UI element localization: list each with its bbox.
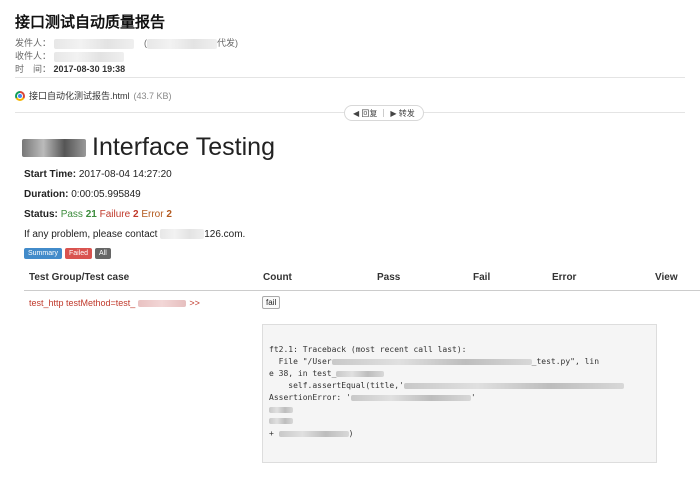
divider xyxy=(15,77,685,78)
redacted-sender-email xyxy=(147,38,218,49)
redacted-method xyxy=(336,370,385,377)
table-header: Test Group/Test case Count Pass Fail Err… xyxy=(24,268,700,288)
redacted-recipient xyxy=(53,51,124,62)
redacted-diff xyxy=(278,430,349,437)
from-row: 发件人： (代发) xyxy=(15,38,239,49)
attachment[interactable]: 接口自动化测试报告.html (43.7 KB) xyxy=(15,89,172,102)
col-count: Count xyxy=(263,272,292,283)
forward-arrow-icon: ▶ xyxy=(390,108,397,118)
redacted-contact xyxy=(160,229,205,240)
col-error: Error xyxy=(552,272,577,283)
redacted-project-name xyxy=(22,138,86,157)
col-pass: Pass xyxy=(377,272,401,283)
duration: Duration: 0:00:05.995849 xyxy=(24,189,141,200)
reply-button[interactable]: ◀ 回复 xyxy=(353,108,377,119)
redacted-diff xyxy=(269,417,293,424)
reply-arrow-icon: ◀ xyxy=(353,108,360,118)
header-divider xyxy=(24,290,700,291)
report-title: Interface Testing xyxy=(22,133,275,162)
col-view: View xyxy=(655,272,678,283)
all-button[interactable]: All xyxy=(95,248,111,259)
test-case-link[interactable]: test_http testMethod=test_ >> xyxy=(29,298,200,308)
forward-button[interactable]: ▶ 转发 xyxy=(390,108,414,119)
redacted-message xyxy=(350,394,471,401)
contact-line: If any problem, please contact 126.com. xyxy=(24,229,246,240)
email-subject: 接口测试自动质量报告 xyxy=(15,14,166,31)
status: Status: Pass 21 Failure 2 Error 2 xyxy=(24,209,172,220)
summary-button[interactable]: Summary xyxy=(24,248,62,259)
col-test-group: Test Group/Test case xyxy=(29,272,130,283)
attachment-name[interactable]: 接口自动化测试报告.html xyxy=(29,89,130,102)
chrome-icon xyxy=(15,90,25,101)
filter-buttons: Summary Failed All xyxy=(24,248,111,259)
time-row: 时 间： 2017-08-30 19:38 xyxy=(15,64,126,74)
fail-detail-button[interactable]: fail xyxy=(262,296,281,309)
col-fail: Fail xyxy=(473,272,491,283)
redacted-diff xyxy=(269,406,293,413)
redacted-sender xyxy=(53,38,134,49)
traceback-box: ft2.1: Traceback (most recent call last)… xyxy=(262,324,657,463)
redacted-path xyxy=(331,358,532,365)
to-row: 收件人： xyxy=(15,49,124,62)
redacted-args xyxy=(403,382,624,389)
attachment-size: (43.7 KB) xyxy=(133,90,172,101)
start-time: Start Time: 2017-08-04 14:27:20 xyxy=(24,169,172,180)
mail-actions: ◀ 回复 ▶ 转发 xyxy=(344,105,424,121)
failed-button[interactable]: Failed xyxy=(64,248,93,259)
redacted-test-name xyxy=(138,299,187,307)
